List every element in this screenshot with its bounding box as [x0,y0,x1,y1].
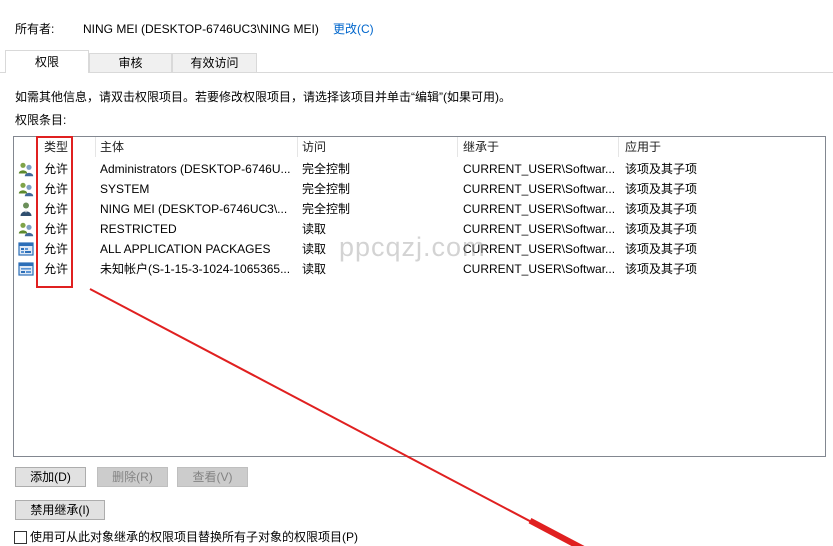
entry-type: 允许 [44,242,69,256]
entry-principal: ALL APPLICATION PACKAGES [100,242,271,256]
app-package-icon [18,261,34,277]
change-owner-link[interactable]: 更改(C) [333,21,374,37]
column-header-access[interactable]: 访问 [302,137,326,157]
entry-type: 允许 [44,262,69,276]
entry-applies-to: 该项及其子项 [625,162,698,176]
view-button[interactable]: 查看(V) [177,467,248,487]
replace-child-permissions-checkbox[interactable] [14,531,27,544]
column-separator[interactable] [457,137,458,157]
entry-access: 完全控制 [302,182,351,196]
app-package-icon [18,241,34,257]
table-row[interactable]: 允许 未知帐户(S-1-15-3-1024-1065365... 读取 CURR… [14,259,825,279]
tab-auditing[interactable]: 审核 [89,53,172,72]
entry-applies-to: 该项及其子项 [625,202,698,216]
entry-type: 允许 [44,182,69,196]
disable-inheritance-button[interactable]: 禁用继承(I) [15,500,105,520]
user-group-icon [18,221,34,237]
owner-value: NING MEI (DESKTOP-6746UC3\NING MEI) [83,22,319,36]
column-header-inherited-from[interactable]: 继承于 [463,137,499,157]
entry-applies-to: 该项及其子项 [625,222,698,236]
column-separator[interactable] [95,137,96,157]
table-row[interactable]: 允许 NING MEI (DESKTOP-6746UC3\... 完全控制 CU… [14,199,825,219]
table-row[interactable]: 允许 Administrators (DESKTOP-6746U... 完全控制… [14,159,825,179]
table-row[interactable]: 允许 SYSTEM 完全控制 CURRENT_USER\Softwar... 该… [14,179,825,199]
column-header-principal[interactable]: 主体 [100,137,124,157]
column-separator[interactable] [297,137,298,157]
entry-inherited-from: CURRENT_USER\Softwar... [463,242,615,256]
entry-type: 允许 [44,202,69,216]
replace-child-permissions-label[interactable]: 使用可从此对象继承的权限项目替换所有子对象的权限项目(P) [30,529,358,545]
entry-applies-to: 该项及其子项 [625,242,698,256]
entry-inherited-from: CURRENT_USER\Softwar... [463,162,615,176]
entry-type: 允许 [44,162,69,176]
info-text: 如需其他信息，请双击权限项目。若要修改权限项目，请选择该项目并单击“编辑”(如果… [15,90,511,104]
entry-inherited-from: CURRENT_USER\Softwar... [463,182,615,196]
tab-effective-access[interactable]: 有效访问 [172,53,257,72]
list-header: 类型 主体 访问 继承于 应用于 [14,137,825,157]
user-group-icon [18,161,34,177]
permission-entries-list[interactable]: 类型 主体 访问 继承于 应用于 允许 Administrators (DESK… [13,136,826,457]
entry-inherited-from: CURRENT_USER\Softwar... [463,262,615,276]
entry-type: 允许 [44,222,69,236]
table-row[interactable]: 允许 ALL APPLICATION PACKAGES 读取 CURRENT_U… [14,239,825,259]
column-separator[interactable] [618,137,619,157]
entry-principal: RESTRICTED [100,222,177,236]
table-row[interactable]: 允许 RESTRICTED 读取 CURRENT_USER\Softwar...… [14,219,825,239]
entry-access: 读取 [302,262,327,276]
entry-access: 读取 [302,222,327,236]
entry-access: 完全控制 [302,162,351,176]
entry-applies-to: 该项及其子项 [625,262,698,276]
column-header-type[interactable]: 类型 [44,137,68,157]
entry-access: 读取 [302,242,327,256]
add-button[interactable]: 添加(D) [15,467,86,487]
entry-inherited-from: CURRENT_USER\Softwar... [463,222,615,236]
entry-principal: 未知帐户(S-1-15-3-1024-1065365... [100,262,291,276]
entry-applies-to: 该项及其子项 [625,182,698,196]
entry-principal: Administrators (DESKTOP-6746U... [100,162,291,176]
user-group-icon [18,181,34,197]
tab-permissions[interactable]: 权限 [5,50,89,73]
owner-label: 所有者: [15,22,55,36]
entry-principal: NING MEI (DESKTOP-6746UC3\... [100,202,288,216]
column-header-applies-to[interactable]: 应用于 [625,137,661,157]
user-icon [18,201,34,217]
permission-entries-label: 权限条目: [15,113,67,127]
tab-divider [0,72,833,73]
entry-principal: SYSTEM [100,182,150,196]
entry-access: 完全控制 [302,202,351,216]
remove-button[interactable]: 删除(R) [97,467,168,487]
entry-inherited-from: CURRENT_USER\Softwar... [463,202,615,216]
